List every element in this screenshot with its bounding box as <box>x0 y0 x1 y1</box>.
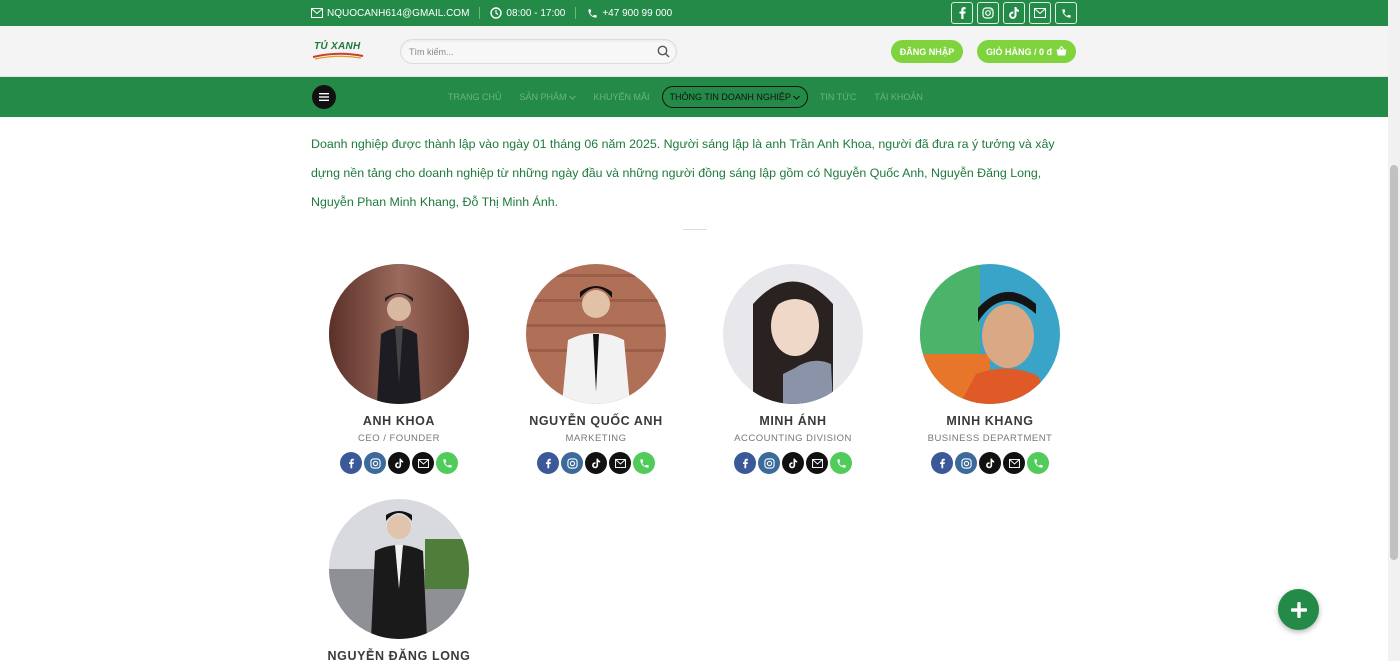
mail-icon[interactable] <box>1029 2 1051 24</box>
company-intro-text: Doanh nghiệp được thành lập vào ngày 01 … <box>311 137 1055 209</box>
mail-icon[interactable] <box>609 452 631 474</box>
floating-plus-button[interactable] <box>1278 589 1319 630</box>
basket-icon <box>1056 45 1067 58</box>
login-button[interactable]: ĐĂNG NHẬP <box>891 40 963 63</box>
cart-button[interactable]: GIỎ HÀNG / 0 đ <box>977 40 1076 63</box>
team-member-card: NGUYỄN ĐĂNG LONG <box>309 499 489 661</box>
clock-icon <box>490 7 503 19</box>
page: NQUOCANH614@GMAIL.COM 08:00 - 17:00 +47 … <box>0 0 1400 661</box>
site-logo[interactable]: TỦ XANH <box>312 41 364 63</box>
nav-item-products[interactable]: SẢN PHẨM <box>520 92 576 102</box>
instagram-icon[interactable] <box>758 452 780 474</box>
tiktok-icon[interactable] <box>1003 2 1025 24</box>
nav-item-label: KHUYẾN MÃI <box>593 92 650 102</box>
member-social-links <box>309 452 489 474</box>
instagram-icon[interactable] <box>955 452 977 474</box>
nav-item-account[interactable]: TÀI KHOẢN <box>874 92 923 102</box>
team-member-card: MINH ÁNH ACCOUNTING DIVISION <box>703 264 883 474</box>
mail-icon[interactable] <box>1003 452 1025 474</box>
scrollbar-thumb[interactable] <box>1390 165 1398 560</box>
member-social-links <box>900 452 1080 474</box>
facebook-icon[interactable] <box>734 452 756 474</box>
nav-menu: TRANG CHỦ SẢN PHẨM KHUYẾN MÃI THÔNG TIN … <box>448 77 941 117</box>
member-role: CEO / FOUNDER <box>358 433 440 444</box>
member-role: ACCOUNTING DIVISION <box>734 433 852 444</box>
menu-toggle-button[interactable] <box>312 85 336 109</box>
facebook-icon[interactable] <box>340 452 362 474</box>
topbar-phone-text: +47 900 99 000 <box>602 7 673 19</box>
nav-item-label: TRANG CHỦ <box>448 92 502 102</box>
member-name: NGUYỄN QUỐC ANH <box>529 414 663 428</box>
nav-item-label: TÀI KHOẢN <box>874 92 923 102</box>
member-social-links <box>506 452 686 474</box>
tiktok-icon[interactable] <box>585 452 607 474</box>
facebook-icon[interactable] <box>537 452 559 474</box>
nav-item-promotions[interactable]: KHUYẾN MÃI <box>594 92 650 102</box>
instagram-icon[interactable] <box>561 452 583 474</box>
member-name: MINH ÁNH <box>759 414 827 428</box>
hamburger-icon <box>319 93 329 101</box>
instagram-icon[interactable] <box>364 452 386 474</box>
mail-icon[interactable] <box>412 452 434 474</box>
tiktok-icon[interactable] <box>388 452 410 474</box>
top-bar: NQUOCANH614@GMAIL.COM 08:00 - 17:00 +47 … <box>0 0 1388 26</box>
facebook-icon[interactable] <box>951 2 973 24</box>
member-role: BUSINESS DEPARTMENT <box>927 433 1053 444</box>
member-name: NGUYỄN ĐĂNG LONG <box>327 649 471 661</box>
phone-icon[interactable] <box>633 452 655 474</box>
phone-icon[interactable] <box>1027 452 1049 474</box>
member-name: MINH KHANG <box>946 414 1034 428</box>
login-label: ĐĂNG NHẬP <box>899 46 955 57</box>
member-name: ANH KHOA <box>362 414 436 428</box>
search-box <box>400 39 677 64</box>
member-photo <box>329 264 469 404</box>
facebook-icon[interactable] <box>931 452 953 474</box>
section-divider <box>683 229 707 230</box>
member-photo <box>723 264 863 404</box>
tiktok-icon[interactable] <box>979 452 1001 474</box>
team-member-card: ANH KHOA CEO / FOUNDER <box>309 264 489 474</box>
mail-icon <box>311 7 323 19</box>
member-photo <box>920 264 1060 404</box>
phone-icon <box>586 7 598 19</box>
member-social-links <box>703 452 883 474</box>
tiktok-icon[interactable] <box>782 452 804 474</box>
main-nav: TRANG CHỦ SẢN PHẨM KHUYẾN MÃI THÔNG TIN … <box>0 77 1388 117</box>
topbar-email-text: NQUOCANH614@GMAIL.COM <box>327 7 470 19</box>
chevron-down-icon <box>568 92 576 102</box>
nav-item-label: SẢN PHẨM <box>519 92 567 102</box>
nav-item-home[interactable]: TRANG CHỦ <box>448 92 502 102</box>
phone-icon[interactable] <box>830 452 852 474</box>
search-input[interactable] <box>409 43 644 61</box>
nav-item-label: TIN TỨC <box>819 92 857 102</box>
instagram-icon[interactable] <box>977 2 999 24</box>
site-header: TỦ XANH ĐĂNG NHẬP GIỎ HÀNG / 0 đ <box>0 26 1388 77</box>
chevron-down-icon <box>793 92 800 102</box>
page-scrollbar[interactable] <box>1388 0 1400 661</box>
cart-label: GIỎ HÀNG / 0 đ <box>985 46 1052 57</box>
nav-item-company-info[interactable]: THÔNG TIN DOANH NGHIỆP <box>661 86 808 108</box>
topbar-email[interactable]: NQUOCANH614@GMAIL.COM <box>311 7 481 19</box>
member-photo <box>526 264 666 404</box>
topbar-hours: 08:00 - 17:00 <box>490 7 577 19</box>
team-member-card: NGUYỄN QUỐC ANH MARKETING <box>506 264 686 474</box>
member-role: MARKETING <box>565 433 627 444</box>
search-icon[interactable] <box>657 45 670 63</box>
logo-text: TỦ XANH <box>314 41 361 52</box>
topbar-phone[interactable]: +47 900 99 000 <box>586 7 682 19</box>
member-photo <box>329 499 469 639</box>
topbar-social-links <box>951 2 1077 24</box>
plus-icon <box>1290 601 1307 618</box>
topbar-hours-text: 08:00 - 17:00 <box>506 7 566 19</box>
nav-item-news[interactable]: TIN TỨC <box>820 92 857 102</box>
nav-item-label: THÔNG TIN DOANH NGHIỆP <box>669 92 791 102</box>
mail-icon[interactable] <box>806 452 828 474</box>
team-member-card: MINH KHANG BUSINESS DEPARTMENT <box>900 264 1080 474</box>
phone-icon[interactable] <box>1055 2 1077 24</box>
phone-icon[interactable] <box>436 452 458 474</box>
